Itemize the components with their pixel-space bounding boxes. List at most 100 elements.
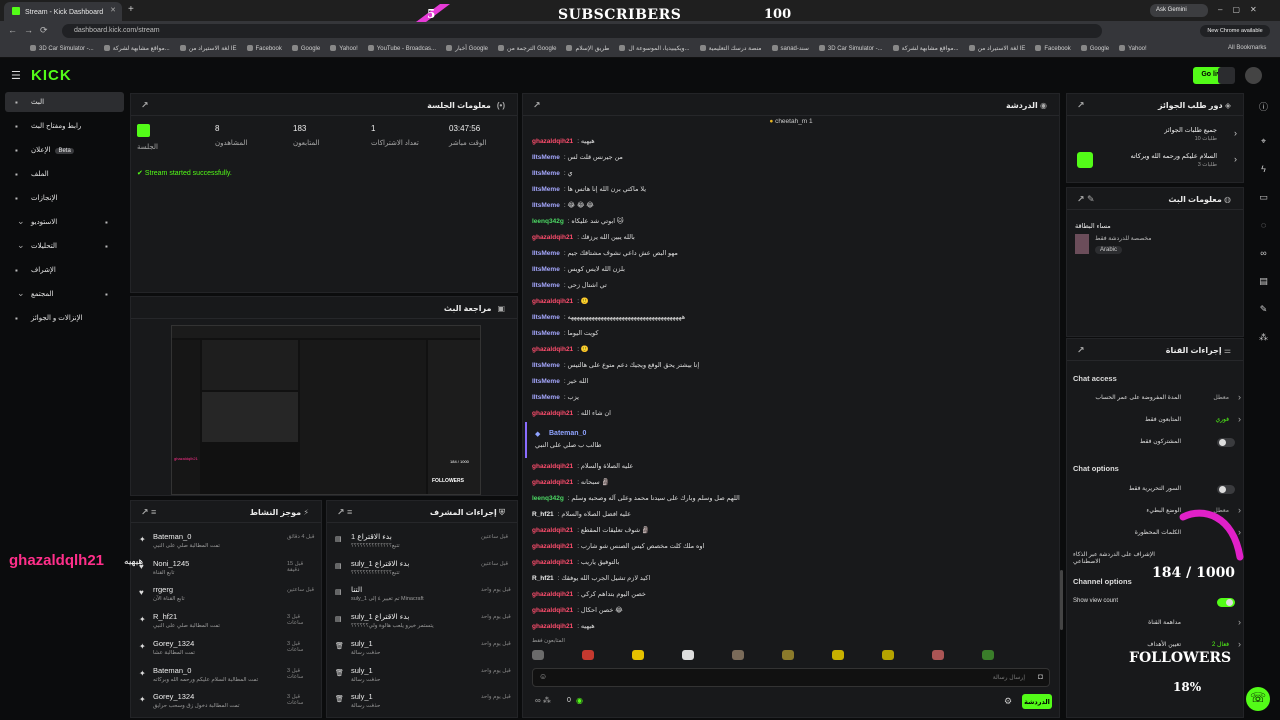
channel-option-row[interactable]: السور التحريرية فقط: [1073, 485, 1241, 497]
chat-message[interactable]: ghazaldqih21: هيهيه: [532, 137, 1048, 145]
chat-message[interactable]: IItsMeme: هههههههههههههههههههههههههههههه…: [532, 313, 1048, 321]
chat-username[interactable]: R_hf21: [532, 511, 554, 518]
bookmark-item[interactable]: مواقع مشابهة لشركة...: [892, 41, 959, 52]
bookmark-item[interactable]: 3D Car Simulator -...: [818, 41, 883, 52]
sidebar-item-6[interactable]: ▪ التحليلات ⌄: [5, 236, 124, 256]
sidebar-item-2[interactable]: ▪ الإعلان Beta: [5, 140, 124, 160]
chat-username[interactable]: ghazaldqih21: [532, 463, 573, 470]
bookmark-item[interactable]: YouTube - Broadcas...: [367, 41, 436, 52]
emote-icon[interactable]: [982, 650, 994, 660]
new-chrome-button[interactable]: New Chrome available: [1200, 25, 1270, 37]
emote-icon[interactable]: [782, 650, 794, 660]
option-toggle[interactable]: [1217, 438, 1235, 447]
activity-name[interactable]: Gorey_1324: [153, 639, 263, 648]
activity-name[interactable]: Bateman_0: [153, 666, 263, 675]
chat-message[interactable]: ghazaldqih21: هيهيه: [532, 622, 1048, 630]
attach-icon[interactable]: ◘: [1038, 672, 1043, 681]
chat-message[interactable]: R_hf21: اكيد لازم تشيل الجرب الله يوفقك: [532, 574, 1048, 582]
activity-name[interactable]: R_hf21: [153, 612, 263, 621]
bookmark-item[interactable]: الترجمة من Google: [498, 41, 556, 52]
activity-name[interactable]: rrgerg: [153, 585, 263, 594]
activity-item[interactable]: ✦ Bateman_0 تمت المطالبة السلام عليكم ورحم…: [137, 666, 317, 692]
chat-message[interactable]: R_hf21: عليه افضل الصلاه والسلام: [532, 510, 1048, 518]
chat-message[interactable]: IItsMeme: تي اشتال زحي: [532, 281, 1048, 289]
chat-username[interactable]: leenq342g: [532, 495, 564, 502]
mod-action-item[interactable]: 🗑 suly_1 حذفت رسالة قبل يوم واحد: [333, 692, 513, 718]
new-tab-icon[interactable]: +: [128, 4, 134, 15]
popout-icon[interactable]: ↗: [533, 100, 541, 111]
chat-message[interactable]: ghazaldqih21: 🙂: [532, 297, 1048, 305]
bookmark-item[interactable]: طريق الإسلام: [566, 41, 609, 52]
chat-message[interactable]: IItsMeme: 😂 😂 😂: [532, 201, 1048, 209]
browser-tab[interactable]: Stream - Kick Dashboard ✕: [4, 2, 122, 21]
chat-username[interactable]: ghazaldqih21: [532, 623, 573, 630]
preview-video[interactable]: FOLLOWERS 184 / 1000 ghazaldqlh21: [171, 325, 481, 495]
popout-icon[interactable]: ↗: [141, 100, 149, 111]
help-chat-icon[interactable]: ☏: [1246, 687, 1270, 711]
chat-message[interactable]: ghazaldqih21: ان شاء الله: [532, 409, 1048, 417]
mod-action-item[interactable]: ▤ suly_1 بدء الاقتراع تتبع؟؟؟؟؟؟؟؟؟؟؟؟؟؟ قب…: [333, 559, 513, 585]
emote-icon[interactable]: [732, 650, 744, 660]
sidebar-item-7[interactable]: ▪ الإشراف: [5, 260, 124, 280]
chat-username[interactable]: leenq342g: [532, 218, 564, 225]
bookmark-item[interactable]: sanad-سند: [771, 41, 809, 52]
emote-icon[interactable]: [832, 650, 844, 660]
nav-buttons-icon[interactable]: ←→⟳: [8, 25, 55, 36]
bookmark-item[interactable]: Yahoo!: [330, 41, 358, 52]
chat-username[interactable]: ghazaldqih21: [532, 527, 573, 534]
chat-username[interactable]: IItsMeme: [532, 362, 560, 369]
sidebar-item-4[interactable]: ▪ الإنجازات: [5, 188, 124, 208]
chat-message[interactable]: IItsMeme: كويت اليوما: [532, 329, 1048, 337]
mod-action-item[interactable]: ▤ suly_1 بدء الاقتراع يتستمر خيرو يلعب هال…: [333, 612, 513, 638]
bookmark-item[interactable]: لغة الاستيراد من IE: [179, 41, 237, 52]
emote-icon[interactable]: [532, 650, 544, 660]
show-view-count-row[interactable]: Show view count: [1073, 598, 1241, 610]
chat-username[interactable]: IItsMeme: [532, 250, 560, 257]
emote-icon[interactable]: [682, 650, 694, 660]
chat-message[interactable]: leenq342g: ابوتي شد عليكاه 🐱: [532, 217, 1048, 225]
popout-icon[interactable]: ↗ ≡: [141, 507, 156, 518]
edit-popout-icon[interactable]: ↗ ✎: [1077, 194, 1095, 205]
channel-option-row[interactable]: المشتركون فقط: [1073, 438, 1241, 450]
bookmark-item[interactable]: 3D Car Simulator -...: [30, 41, 94, 52]
activity-name[interactable]: Gorey_1324: [153, 692, 263, 701]
bookmark-item[interactable]: Facebook: [1035, 41, 1071, 52]
activity-item[interactable]: ✦ R_hf21 تمت المطالبة صلي على النبي قبل 3 س…: [137, 612, 317, 638]
chat-input[interactable]: إرسال رسالة ☺ ◘: [532, 668, 1050, 687]
chat-username[interactable]: IItsMeme: [532, 394, 560, 401]
mod-action-item[interactable]: 🗑 suly_1 حذفت رسالة قبل يوم واحد: [333, 639, 513, 665]
chat-username[interactable]: ghazaldqih21: [532, 234, 573, 241]
emote-icon[interactable]: [632, 650, 644, 660]
chat-username[interactable]: ghazaldqih21: [532, 591, 573, 598]
chat-username[interactable]: ghazaldqih21: [532, 346, 573, 353]
chat-message[interactable]: ghazaldqih21: عليه الصلاة والسلام: [532, 462, 1048, 470]
channel-option-row[interactable]: المتابعون فقط فوري ›: [1073, 414, 1241, 428]
chat-username[interactable]: ghazaldqih21: [532, 559, 573, 566]
mod-action-name[interactable]: suly_1: [351, 639, 461, 648]
chat-username[interactable]: IItsMeme: [532, 378, 560, 385]
community-icon[interactable]: ⁂: [1257, 332, 1270, 345]
send-button[interactable]: الدردشة: [1022, 694, 1052, 709]
sidebar-item-9[interactable]: ▪ الإنزالات و الجوائز: [5, 308, 124, 328]
chat-message[interactable]: IItsMeme: الله خير: [532, 377, 1048, 385]
chat-message[interactable]: IItsMeme: يلا ماكتي برن الله إنا هاتس ها: [532, 185, 1048, 193]
kick-logo[interactable]: KICK: [31, 67, 72, 84]
view-count-toggle[interactable]: [1217, 598, 1235, 607]
chat-username[interactable]: ghazaldqih21: [532, 298, 573, 305]
chat-username[interactable]: ghazaldqih21: [532, 479, 573, 486]
bookmark-item[interactable]: لغة الاستيراد من IE: [968, 41, 1025, 52]
activity-name[interactable]: Noni_1245: [153, 559, 263, 568]
avatar[interactable]: [1245, 67, 1262, 84]
settings-icon-row[interactable]: ∞ ⁂: [535, 696, 551, 705]
chat-username[interactable]: ghazaldqih21: [532, 138, 573, 145]
close-tab-icon[interactable]: ✕: [110, 6, 116, 14]
chat-username[interactable]: ghazaldqih21: [532, 607, 573, 614]
chat-username[interactable]: IItsMeme: [532, 186, 560, 193]
document-icon[interactable]: ▤: [1257, 276, 1270, 289]
link-icon[interactable]: ∞: [1257, 248, 1270, 261]
chat-message[interactable]: ghazaldqih21: خصن اليوم بتداهم كركي: [532, 590, 1048, 598]
bookmark-item[interactable]: Facebook: [246, 41, 282, 52]
emoji-icon[interactable]: ☺: [539, 672, 547, 681]
chat-message[interactable]: ghazaldqih21: شوف تعليقات المقطع 🗿: [532, 526, 1048, 534]
chat-message[interactable]: ghazaldqih21: بالتوفيق ياريب: [532, 558, 1048, 566]
